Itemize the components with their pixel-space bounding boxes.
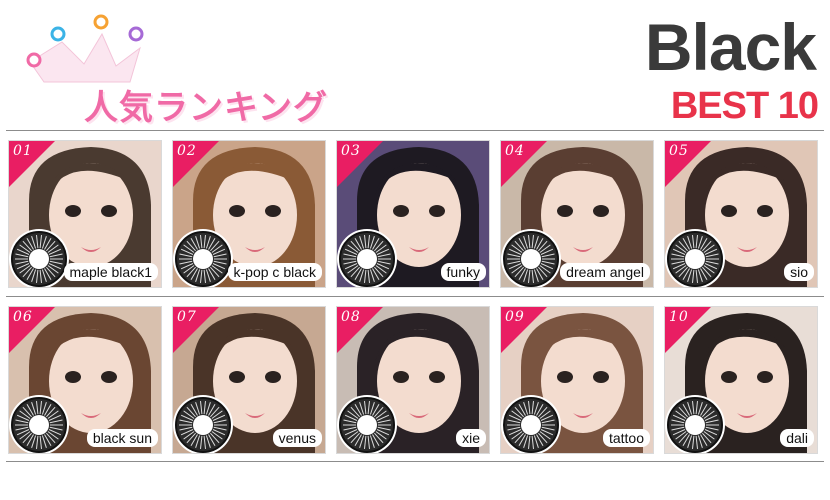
product-name[interactable]: venus — [272, 429, 322, 447]
ranking-card[interactable]: 07 venus — [172, 306, 326, 454]
rank-number: 05 — [669, 143, 689, 159]
product-name[interactable]: sio — [784, 263, 814, 281]
page-header: 人気ランキング Black BEST 10 — [0, 0, 830, 128]
ranking-card[interactable]: 06 black sun — [8, 306, 162, 454]
product-name[interactable]: k-pop c black — [227, 263, 322, 281]
product-name[interactable]: black sun — [86, 429, 158, 447]
contact-lens-icon — [9, 395, 69, 453]
category-title: Black — [644, 10, 817, 84]
best-ten-title: BEST 10 — [670, 85, 819, 127]
contact-lens-icon — [665, 229, 725, 287]
product-name[interactable]: maple black1 — [63, 263, 158, 281]
rank-number: 09 — [505, 309, 525, 325]
ranking-card[interactable]: 10 dali — [664, 306, 818, 454]
rank-number: 07 — [177, 309, 197, 325]
contact-lens-icon — [665, 395, 725, 453]
contact-lens-icon — [173, 395, 233, 453]
ranking-card[interactable]: 03 funky — [336, 140, 490, 288]
ranking-card[interactable]: 08 xie — [336, 306, 490, 454]
ranking-title: 人気ランキング — [84, 88, 328, 128]
rank-number: 02 — [177, 143, 197, 159]
rank-number: 06 — [13, 309, 33, 325]
contact-lens-icon — [9, 229, 69, 287]
contact-lens-icon — [501, 229, 561, 287]
ranking-card[interactable]: 02 k-pop c black — [172, 140, 326, 288]
contact-lens-icon — [173, 229, 233, 287]
divider-middle — [6, 296, 824, 297]
contact-lens-icon — [501, 395, 561, 453]
rank-number: 03 — [341, 143, 361, 159]
product-name[interactable]: dali — [780, 429, 814, 447]
product-name[interactable]: dream angel — [560, 263, 650, 281]
rank-number: 04 — [505, 143, 525, 159]
divider-top — [6, 130, 824, 131]
product-name[interactable]: funky — [440, 263, 486, 281]
rank-number: 08 — [341, 309, 361, 325]
ranking-card[interactable]: 04 dream angel — [500, 140, 654, 288]
contact-lens-icon — [337, 229, 397, 287]
ranking-card[interactable]: 09 tattoo — [500, 306, 654, 454]
rank-number: 01 — [13, 143, 33, 159]
product-name[interactable]: xie — [456, 429, 486, 447]
product-name[interactable]: tattoo — [602, 429, 650, 447]
ranking-card[interactable]: 05 sio — [664, 140, 818, 288]
contact-lens-icon — [337, 395, 397, 453]
ranking-card[interactable]: 01 maple black1 — [8, 140, 162, 288]
rank-number: 10 — [669, 309, 689, 325]
divider-bottom — [6, 461, 824, 462]
